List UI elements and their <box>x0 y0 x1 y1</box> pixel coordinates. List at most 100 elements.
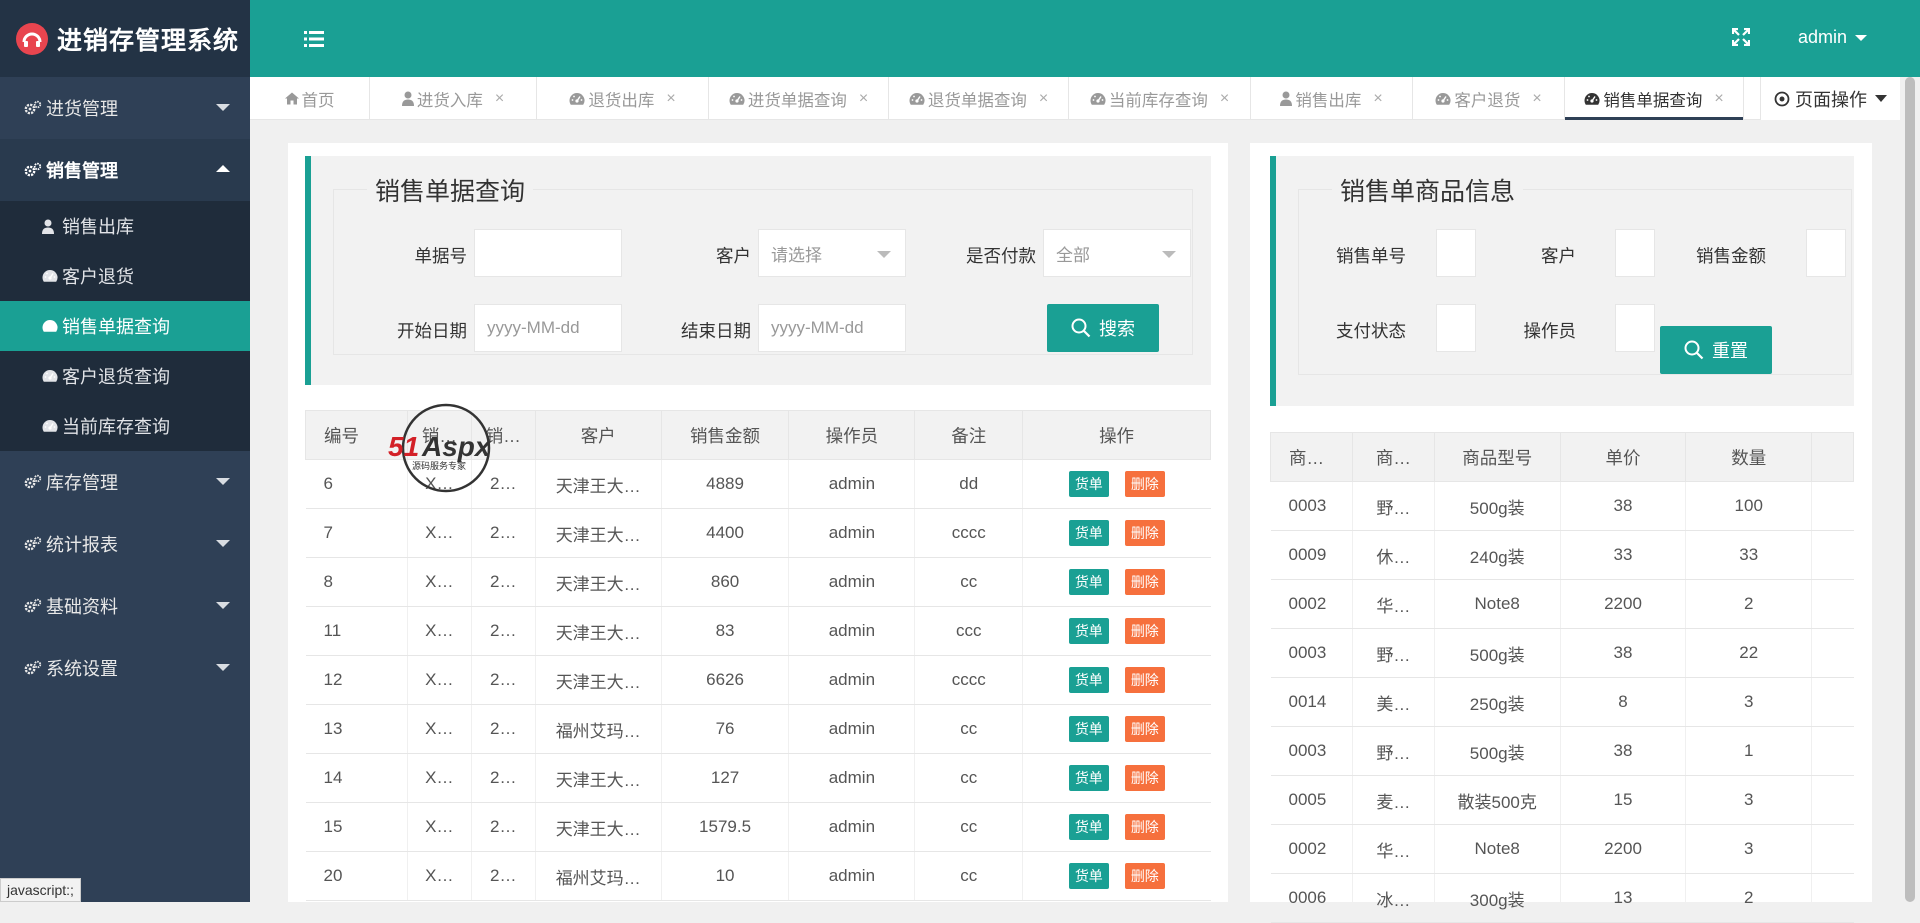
table-cell: 散装500克 <box>1433 775 1561 825</box>
detail-customer-input[interactable] <box>1615 229 1655 277</box>
detail-button[interactable]: 货单 <box>1068 520 1109 546</box>
close-icon[interactable]: × <box>859 90 868 108</box>
table-cell: 天津王大… <box>534 557 662 607</box>
detail-button[interactable]: 货单 <box>1068 716 1109 742</box>
order-no-input[interactable] <box>474 229 622 277</box>
page-scrollbar[interactable] <box>1900 77 1920 902</box>
close-icon[interactable]: × <box>1532 90 1541 108</box>
detail-button[interactable]: 货单 <box>1068 618 1109 644</box>
sales-no-input[interactable] <box>1436 229 1476 277</box>
table-row[interactable]: 0003 野… 500g装 38 22 <box>1270 628 1854 678</box>
user-menu[interactable]: admin <box>1798 27 1868 48</box>
app-logo[interactable]: 进销存管理系统 <box>0 0 250 77</box>
detail-button[interactable]: 货单 <box>1068 863 1109 889</box>
end-date-input[interactable]: yyyy-MM-dd <box>758 304 906 352</box>
table-row[interactable]: 0002 华… Note8 2200 2 <box>1270 579 1854 629</box>
user-icon <box>42 219 62 234</box>
detail-button[interactable]: 货单 <box>1068 814 1109 840</box>
table-cell: 0009 <box>1270 530 1353 580</box>
table-row[interactable]: 0003 野… 500g装 38 1 <box>1270 726 1854 776</box>
table-cell: 休… <box>1351 530 1435 580</box>
table-row[interactable]: 0006 冰… 300g装 13 2 <box>1270 873 1854 923</box>
tab-item[interactable]: 销售出库 × <box>1251 77 1413 120</box>
delete-button[interactable]: 删除 <box>1124 716 1165 742</box>
delete-button[interactable]: 删除 <box>1124 863 1165 889</box>
tab-item[interactable]: 首页 <box>250 77 370 120</box>
sidebar-menu-item[interactable]: 系统设置 <box>0 637 250 699</box>
sidebar-menu-item[interactable]: 库存管理 <box>0 451 250 513</box>
page-operations-button[interactable]: 页面操作 <box>1760 77 1900 120</box>
sidebar-menu-item[interactable]: 基础资料 <box>0 575 250 637</box>
dashboard-icon <box>42 269 62 283</box>
scrollbar-thumb[interactable] <box>1905 77 1915 902</box>
delete-button[interactable]: 删除 <box>1124 618 1165 644</box>
detail-button[interactable]: 货单 <box>1068 765 1109 791</box>
tab-label: 销售出库 <box>1295 91 1362 110</box>
detail-button[interactable]: 货单 <box>1068 471 1109 497</box>
tab-bar: 首页 进货入库 × 退货出库 × 进货单据查询 × 退货单据查询 × 当前库存查询 × 销售出库 × 客户… <box>250 77 1920 120</box>
menu-toggle-icon[interactable] <box>304 31 324 52</box>
delete-button[interactable]: 删除 <box>1124 814 1165 840</box>
operator-label: 操作员 <box>1523 321 1577 341</box>
close-icon[interactable]: × <box>1714 90 1723 108</box>
sidebar-subitem[interactable]: 销售出库 <box>0 201 250 251</box>
chevron-down-icon <box>216 104 230 111</box>
operator-input[interactable] <box>1615 304 1655 352</box>
sidebar-subitem[interactable]: 客户退货 <box>0 251 250 301</box>
chevron-down-icon <box>1162 251 1176 258</box>
table-row[interactable]: 0005 麦… 散装500克 15 3 <box>1270 775 1854 825</box>
close-icon[interactable]: × <box>666 90 675 108</box>
tab-item[interactable]: 退货单据查询 × <box>889 77 1069 120</box>
close-icon[interactable]: × <box>1220 90 1229 108</box>
table-cell: 美… <box>1351 677 1435 727</box>
reset-button[interactable]: 重置 <box>1660 326 1772 374</box>
delete-button[interactable]: 删除 <box>1124 667 1165 693</box>
table-cell: X… <box>406 557 472 607</box>
column-header: 操作 <box>1022 410 1211 460</box>
table-row[interactable]: 0002 华… Note8 2200 3 <box>1270 824 1854 874</box>
tab-item[interactable]: 进货入库 × <box>370 77 537 120</box>
sidebar-menu-item[interactable]: 进货管理 <box>0 77 250 139</box>
sidebar-subitem[interactable]: 当前库存查询 <box>0 401 250 451</box>
tab-item[interactable]: 客户退货 × <box>1413 77 1565 120</box>
sidebar-menu-item[interactable]: 销售管理 <box>0 139 250 201</box>
delete-button[interactable]: 删除 <box>1124 569 1165 595</box>
table-cell-spacer <box>1811 530 1854 580</box>
delete-button[interactable]: 删除 <box>1124 520 1165 546</box>
close-icon[interactable]: × <box>495 90 504 108</box>
sidebar-subitem[interactable]: 客户退货查询 <box>0 351 250 401</box>
chevron-down-icon <box>216 540 230 547</box>
tab-item[interactable]: 当前库存查询 × <box>1069 77 1251 120</box>
table-row[interactable]: 0014 美… 250g装 8 3 <box>1270 677 1854 727</box>
pay-status-input[interactable] <box>1436 304 1476 352</box>
delete-button[interactable]: 删除 <box>1124 765 1165 791</box>
detail-form: 销售单商品信息 销售单号 客户 销售金额 支付状态 操作员 重置 <box>1270 156 1854 406</box>
table-cell: 天津王大… <box>534 508 662 558</box>
delete-button[interactable]: 删除 <box>1124 471 1165 497</box>
tab-item[interactable]: 退货出库 × <box>537 77 709 120</box>
search-button[interactable]: 搜索 <box>1047 304 1159 352</box>
paid-select[interactable]: 全部 <box>1043 229 1191 277</box>
table-row[interactable]: 0003 野… 500g装 38 100 <box>1270 481 1854 531</box>
tab-item[interactable]: 销售单据查询 × <box>1565 77 1744 120</box>
customer-select[interactable]: 请选择 <box>758 229 906 277</box>
sales-amount-input[interactable] <box>1806 229 1846 277</box>
table-row[interactable]: 0009 休… 240g装 33 33 <box>1270 530 1854 580</box>
table-cell-spacer <box>1811 481 1854 531</box>
actions-cell: 货单 删除 <box>1022 508 1211 558</box>
fullscreen-icon[interactable] <box>1731 27 1751 51</box>
close-icon[interactable]: × <box>1039 90 1048 108</box>
sidebar-menu-item[interactable]: 统计报表 <box>0 513 250 575</box>
detail-button[interactable]: 货单 <box>1068 569 1109 595</box>
tab-item[interactable]: 进货单据查询 × <box>709 77 889 120</box>
sidebar-subitem[interactable]: 销售单据查询 <box>0 301 250 351</box>
detail-button[interactable]: 货单 <box>1068 667 1109 693</box>
table-cell: X… <box>406 753 472 803</box>
pay-status-label: 支付状态 <box>1336 321 1406 341</box>
table-cell: 2… <box>470 655 536 705</box>
close-icon[interactable]: × <box>1373 90 1382 108</box>
tab-label: 客户退货 <box>1454 91 1521 110</box>
table-cell: 500g装 <box>1433 481 1561 531</box>
table-cell: 野… <box>1351 726 1435 776</box>
start-date-input[interactable]: yyyy-MM-dd <box>474 304 622 352</box>
